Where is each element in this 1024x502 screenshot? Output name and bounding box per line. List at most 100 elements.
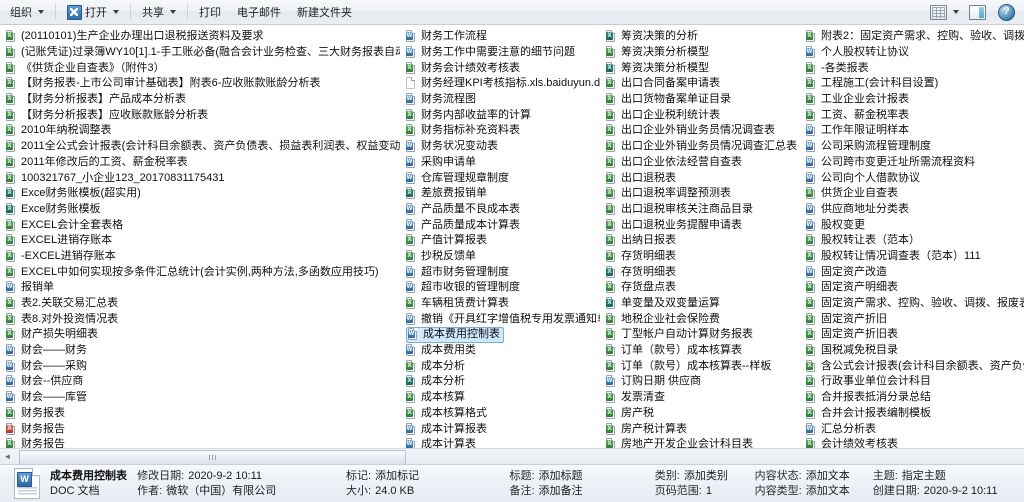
file-list-item[interactable]: X 差旅费报销单 (400, 186, 600, 202)
file-list-item[interactable]: X 成本核算格式 (400, 406, 600, 422)
file-list-item[interactable]: X -EXCEL进销存账本 (0, 249, 400, 265)
file-list-item[interactable]: W 产品质量不良成本表 (400, 202, 600, 218)
file-list-item[interactable]: X 2011年修改后的工资、薪金税率表 (0, 155, 400, 171)
file-list-item[interactable]: W 订购日期 供应商 (600, 374, 800, 390)
details-subject-value[interactable]: 指定主题 (902, 469, 946, 484)
file-list-item[interactable]: W 超市收银的管理制度 (400, 280, 600, 296)
file-list-area[interactable]: X (20110101)生产企业办理出口退税报送资料及要求 X (记账凭证)过录簿WY… (0, 25, 1024, 464)
file-list-item[interactable]: X 表8.对外投资情况表 (0, 311, 400, 327)
details-comments-value[interactable]: 添加备注 (539, 484, 583, 499)
file-list-item[interactable]: W 成本计算报表 (400, 421, 600, 437)
file-list-item[interactable]: X 2011全公式会计报表(会计科目余额表、资产负债表、损益表利润表、权益变动表、… (0, 139, 400, 155)
file-list-item[interactable]: X 发票清查 (600, 390, 800, 406)
file-list-item[interactable]: X 订单（款号）成本核算表--样板 (600, 358, 800, 374)
details-category-value[interactable]: 添加类别 (684, 469, 728, 484)
file-list-item[interactable]: X 工资、薪金税率表 (800, 107, 1024, 123)
print-button[interactable]: 打印 (191, 1, 229, 23)
file-list-item[interactable]: X 出口企业依法经营自查表 (600, 155, 800, 171)
file-list-item[interactable]: X 固定资产折旧表 (800, 327, 1024, 343)
file-list-item[interactable]: X 筹资决策的分析 (600, 29, 800, 45)
file-list-item[interactable]: X 股权转让情况调查表（范本）111 (800, 249, 1024, 265)
share-button[interactable]: 共享 (134, 1, 184, 23)
preview-pane-button[interactable] (964, 1, 991, 23)
file-list-item[interactable]: W 工作年限证明样本 (800, 123, 1024, 139)
file-list-item[interactable]: X 财务报表 (0, 406, 400, 422)
file-list-item[interactable]: X 出口企业外销业务员情况调查汇总表 (600, 139, 800, 155)
file-list-item[interactable]: X Exce财务账模板(超实用) (0, 186, 400, 202)
file-list-item[interactable]: X 出口企业税利统计表 (600, 107, 800, 123)
file-list-item[interactable]: X 出口合同备案申请表 (600, 76, 800, 92)
file-list-item[interactable]: W 财会——采购 (0, 358, 400, 374)
file-list-item[interactable]: W 公司跨市变更迁址所需流程资料 (800, 155, 1024, 171)
file-list-item[interactable]: X 订单（款号）成本核算表 (600, 343, 800, 359)
file-list-item[interactable]: X EXCEL会计全套表格 (0, 217, 400, 233)
file-list-item[interactable]: X (20110101)生产企业办理出口退税报送资料及要求 (0, 29, 400, 45)
file-list-item[interactable]: W 成本费用类 (400, 343, 600, 359)
file-list-item[interactable]: W 财务状况变动表 (400, 139, 600, 155)
file-list-item[interactable]: X 成本分析 (400, 374, 600, 390)
file-list-item[interactable]: X 存货明细表 (600, 264, 800, 280)
file-list-item[interactable]: X 工业企业会计报表 (800, 92, 1024, 108)
file-list-item[interactable]: X 财务指标补充资料表 (400, 123, 600, 139)
file-list-item[interactable]: W 公司向个人借款协议 (800, 170, 1024, 186)
file-list-item[interactable]: X (记账凭证)过录簿WY10[1].1-手工账必备(融合会计业务检查、三大财务报… (0, 45, 400, 61)
file-list-item[interactable]: W 汇总分析表 (800, 421, 1024, 437)
details-author-value[interactable]: 微软（中国）有限公司 (166, 484, 276, 499)
file-list-item[interactable]: W 财会——库管 (0, 390, 400, 406)
file-list-item[interactable]: W 报销单 (0, 280, 400, 296)
file-list-item[interactable]: X EXCEL进销存账本 (0, 233, 400, 249)
file-list-item[interactable]: X 存货盘点表 (600, 280, 800, 296)
scrollbar-thumb[interactable] (19, 450, 406, 464)
file-list-item[interactable]: X 出口退税审核关注商品目录 (600, 202, 800, 218)
file-list-item[interactable]: X 财产损失明细表 (0, 327, 400, 343)
file-list-item[interactable]: X 出口退税表 (600, 170, 800, 186)
details-title-value[interactable]: 添加标题 (539, 469, 583, 484)
file-list-item[interactable]: X 财务会计绩效考核表 (400, 60, 600, 76)
help-button[interactable]: ? (993, 1, 1020, 23)
file-list-item[interactable]: X EXCEL中如何实现按多条件汇总统计(会计实例,两种方法,多函数应用技巧) (0, 264, 400, 280)
file-list-item[interactable]: W 财务工作中需要注意的细节问题 (400, 45, 600, 61)
file-list-item[interactable]: X 【财务分析报表】应收账款账龄分析表 (0, 107, 400, 123)
file-list-item[interactable]: W 仓库管理规章制度 (400, 170, 600, 186)
file-list-item[interactable]: X 筹资决策分析模型 (600, 60, 800, 76)
file-list-item[interactable]: X 财务内部收益率的计算 (400, 107, 600, 123)
file-list-item[interactable]: X 《供货企业自查表》（附件3） (0, 60, 400, 76)
file-list-item[interactable]: X 【财务分析报表】产品成本分析表 (0, 92, 400, 108)
file-list-item[interactable]: X -各类报表 (800, 60, 1024, 76)
file-list-item[interactable]: X 成本核算 (400, 390, 600, 406)
file-list-item[interactable]: X 出口货物备案单证目录 (600, 92, 800, 108)
file-list-item[interactable]: X 抄税反馈单 (400, 249, 600, 265)
horizontal-scrollbar[interactable]: ◄ (0, 448, 1024, 464)
organize-button[interactable]: 组织 (2, 1, 52, 23)
file-list-item[interactable]: X 含公式会计报表(会计科目余额表、资产负债表、损益表利润表、权益变动表 (800, 358, 1024, 374)
details-content-status-value[interactable]: 添加文本 (806, 469, 850, 484)
new-folder-button[interactable]: 新建文件夹 (289, 1, 360, 23)
file-list-item[interactable]: X 存货明细表 (600, 249, 800, 265)
file-list-item[interactable]: X 固定资产折旧 (800, 311, 1024, 327)
file-list-item[interactable]: A 财务报告 (0, 421, 400, 437)
file-list-item[interactable]: W 供应商地址分类表 (800, 202, 1024, 218)
open-button[interactable]: 打开 (59, 1, 127, 23)
file-list-item[interactable]: X 房产税 (600, 406, 800, 422)
file-list-item[interactable]: W 股权变更 (800, 217, 1024, 233)
file-list-item[interactable]: W 公司采购流程管理制度 (800, 139, 1024, 155)
file-list-item[interactable]: X 合并报表抵消分录总结 (800, 390, 1024, 406)
file-list-item[interactable]: W 固定资产改造 (800, 264, 1024, 280)
file-list-item[interactable]: X 附表2：固定资产需求、控购、验收、调拨、报废表格 (800, 29, 1024, 45)
file-list-item[interactable]: W 产品质量成本计算表 (400, 217, 600, 233)
file-list-item[interactable]: X 出口退税业务提醒申请表 (600, 217, 800, 233)
file-list-item[interactable]: X 行政事业单位会计科目 (800, 374, 1024, 390)
file-list-item[interactable]: X 筹资决策分析模型 (600, 45, 800, 61)
scroll-left-arrow[interactable]: ◄ (0, 449, 15, 464)
file-list-item[interactable]: X 丁型帐户自动计算财务报表 (600, 327, 800, 343)
file-list-item[interactable]: X 产值计算报表 (400, 233, 600, 249)
file-list-item[interactable]: X 地税企业社会保险费 (600, 311, 800, 327)
file-list-item[interactable]: X 出口退税率调整预测表 (600, 186, 800, 202)
file-list-item[interactable]: X 国税减免税目录 (800, 343, 1024, 359)
file-list-item[interactable]: W 财务工作流程 (400, 29, 600, 45)
scrollbar-track[interactable] (15, 449, 1024, 464)
file-list-item[interactable]: W 超市财务管理制度 (400, 264, 600, 280)
file-list-item[interactable]: X 成本分析 (400, 358, 600, 374)
file-list-item[interactable]: W 撤销《开具红字增值税专用发票通知单》申请表 (400, 311, 600, 327)
file-list-item[interactable]: X 房产税计算表 (600, 421, 800, 437)
